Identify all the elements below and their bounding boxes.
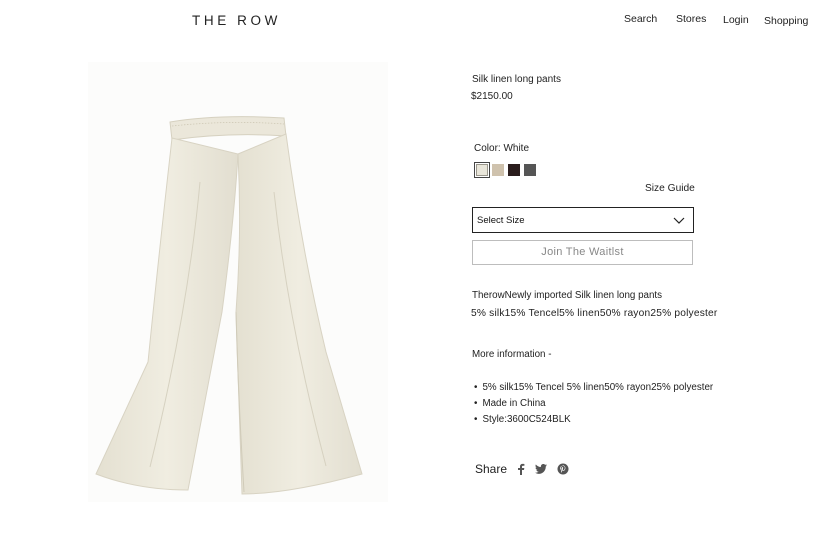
share-row: Share: [475, 462, 579, 476]
product-price: $2150.00: [471, 91, 513, 102]
swatch-beige[interactable]: [492, 164, 504, 176]
nav-stores[interactable]: Stores: [676, 13, 706, 25]
nav-shopping[interactable]: Shopping: [764, 15, 808, 27]
join-waitlist-button[interactable]: Join The Waitlst: [472, 240, 693, 265]
product-image: [88, 62, 388, 502]
chevron-down-icon: [673, 217, 685, 224]
list-item: Made in China: [474, 398, 713, 414]
size-guide-link[interactable]: Size Guide: [645, 183, 695, 194]
color-swatches: [474, 162, 536, 178]
brand-logo[interactable]: THE ROW: [192, 13, 281, 28]
swatch-gray[interactable]: [524, 164, 536, 176]
list-item: 5% silk15% Tencel 5% linen50% rayon25% p…: [474, 382, 713, 398]
twitter-icon[interactable]: [535, 464, 548, 474]
product-name: Silk linen long pants: [472, 74, 561, 85]
description-title: TherowNewly imported Silk linen long pan…: [472, 290, 663, 301]
share-label: Share: [475, 462, 508, 476]
nav-search[interactable]: Search: [624, 13, 657, 25]
pants-illustration: [95, 116, 363, 495]
more-information-toggle[interactable]: More information -: [472, 349, 552, 360]
color-label: Color: White: [474, 143, 530, 154]
composition-text: 5% silk15% Tencel5% linen50% rayon25% po…: [471, 308, 718, 319]
size-select[interactable]: Select Size: [472, 207, 694, 233]
size-select-label: Select Size: [477, 215, 525, 226]
list-item: Style:3600C524BLK: [474, 414, 713, 430]
swatch-white[interactable]: [474, 162, 490, 178]
more-information-list: 5% silk15% Tencel 5% linen50% rayon25% p…: [474, 382, 713, 430]
swatch-black[interactable]: [508, 164, 520, 176]
nav-login[interactable]: Login: [723, 14, 749, 26]
pinterest-icon[interactable]: [557, 463, 569, 475]
facebook-icon[interactable]: [517, 463, 525, 475]
